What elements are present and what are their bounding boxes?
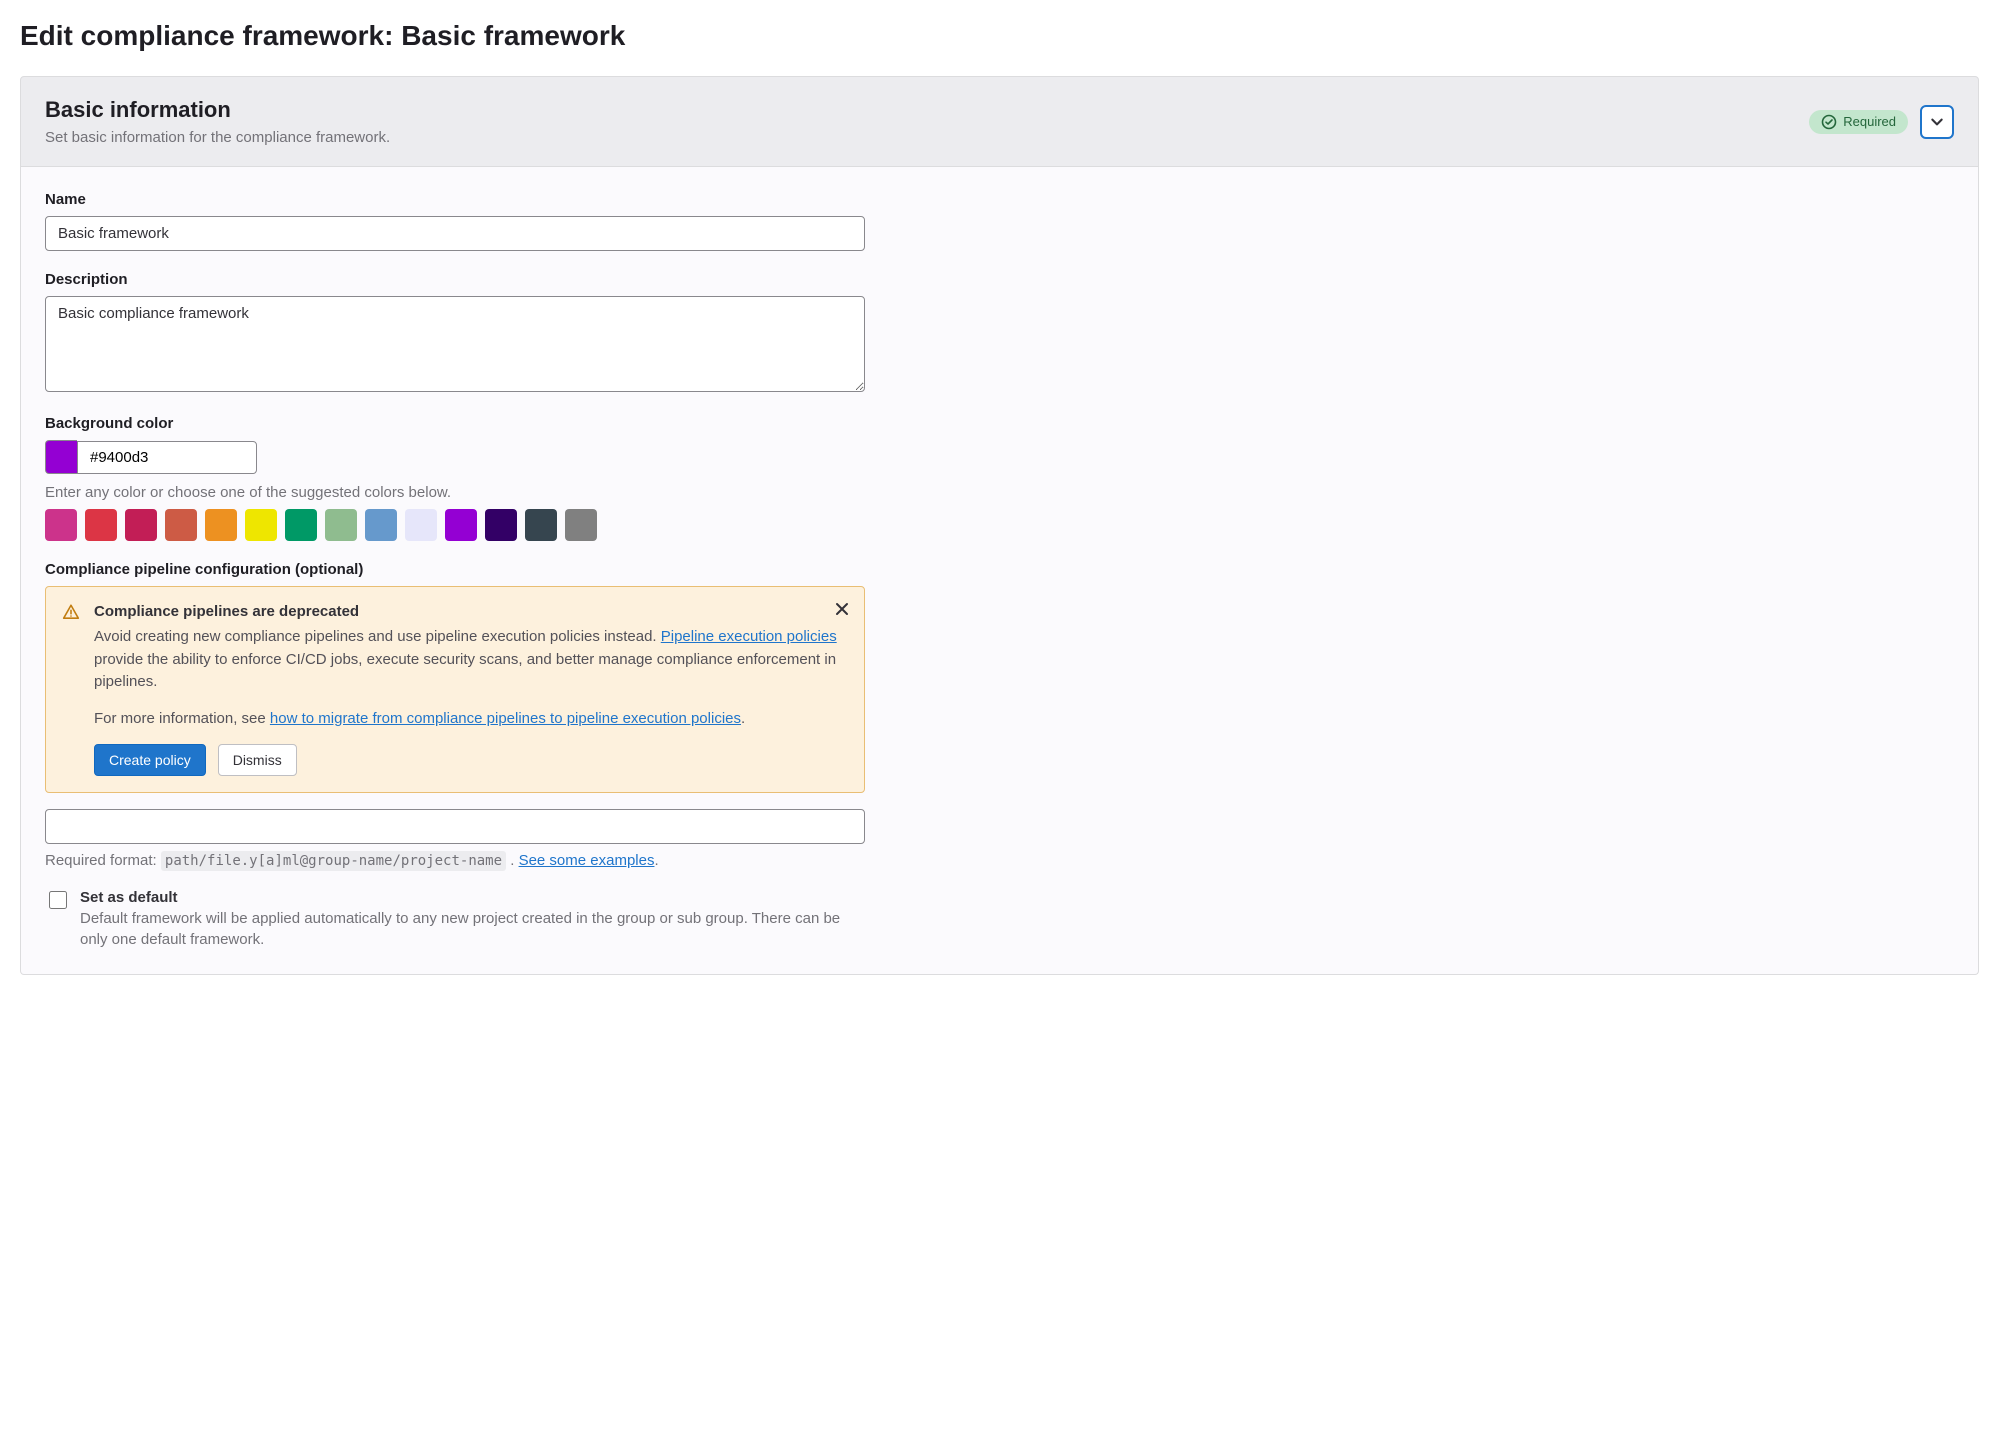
current-color-swatch[interactable]	[45, 440, 77, 474]
pipeline-config-label: Compliance pipeline configuration (optio…	[45, 561, 865, 578]
pipeline-execution-policies-link[interactable]: Pipeline execution policies	[661, 628, 837, 645]
set-default-checkbox[interactable]	[49, 891, 67, 909]
basic-info-panel: Basic information Set basic information …	[20, 76, 1979, 975]
panel-header: Basic information Set basic information …	[20, 76, 1979, 167]
alert-body: Avoid creating new compliance pipelines …	[94, 626, 848, 776]
description-label: Description	[45, 271, 865, 288]
name-label: Name	[45, 191, 865, 208]
color-swatch[interactable]	[165, 509, 197, 541]
alert-title: Compliance pipelines are deprecated	[94, 603, 848, 620]
deprecation-alert: Compliance pipelines are deprecated Avoi…	[45, 586, 865, 793]
see-examples-link[interactable]: See some examples	[519, 852, 655, 869]
name-input[interactable]	[45, 216, 865, 251]
set-default-label: Set as default	[80, 889, 860, 906]
color-swatch[interactable]	[405, 509, 437, 541]
color-swatch[interactable]	[125, 509, 157, 541]
color-swatch[interactable]	[85, 509, 117, 541]
pipeline-config-input[interactable]	[45, 809, 865, 844]
dismiss-button[interactable]: Dismiss	[218, 744, 297, 776]
create-policy-button[interactable]: Create policy	[94, 744, 206, 776]
bgcolor-input[interactable]	[77, 441, 257, 474]
page-title: Edit compliance framework: Basic framewo…	[20, 20, 1979, 52]
color-swatch[interactable]	[525, 509, 557, 541]
swatch-row	[45, 509, 865, 541]
migration-link[interactable]: how to migrate from compliance pipelines…	[270, 710, 741, 727]
color-swatch[interactable]	[445, 509, 477, 541]
chevron-down-icon	[1930, 115, 1944, 129]
description-textarea[interactable]: Basic compliance framework	[45, 296, 865, 392]
color-swatch[interactable]	[365, 509, 397, 541]
required-badge: Required	[1809, 110, 1908, 134]
bgcolor-helper: Enter any color or choose one of the sug…	[45, 484, 865, 501]
set-default-description: Default framework will be applied automa…	[80, 908, 860, 950]
check-circle-icon	[1821, 114, 1837, 130]
collapse-button[interactable]	[1920, 105, 1954, 139]
color-swatch[interactable]	[325, 509, 357, 541]
section-title: Basic information	[45, 97, 390, 123]
format-hint: Required format: path/file.y[a]ml@group-…	[45, 852, 865, 869]
bgcolor-label: Background color	[45, 415, 865, 432]
panel-body: Name Description Basic compliance framew…	[20, 167, 1979, 975]
color-swatch[interactable]	[245, 509, 277, 541]
color-swatch[interactable]	[205, 509, 237, 541]
color-swatch[interactable]	[285, 509, 317, 541]
color-swatch[interactable]	[565, 509, 597, 541]
format-code: path/file.y[a]ml@group-name/project-name	[161, 851, 506, 871]
warning-icon	[62, 603, 80, 621]
close-icon[interactable]	[832, 599, 852, 619]
color-swatch[interactable]	[45, 509, 77, 541]
color-swatch[interactable]	[485, 509, 517, 541]
section-description: Set basic information for the compliance…	[45, 129, 390, 146]
